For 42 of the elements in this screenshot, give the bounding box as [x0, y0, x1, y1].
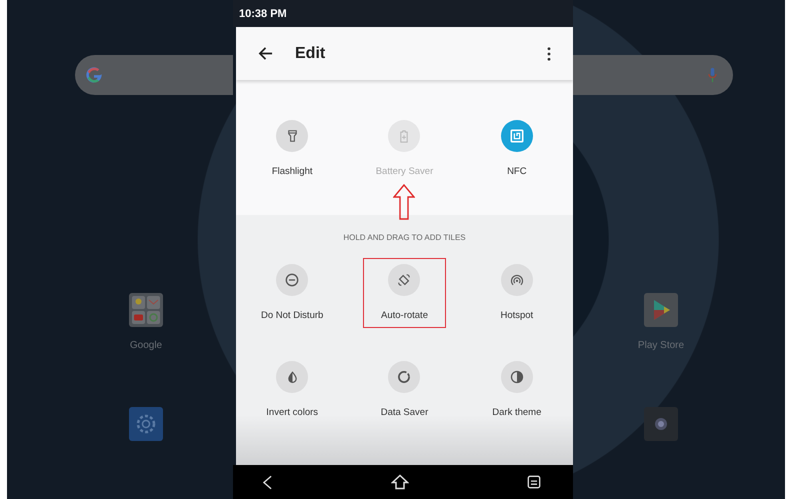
tile-button[interactable]: [500, 264, 533, 296]
tile-label: Flashlight: [272, 166, 312, 177]
tile-label: Dark theme: [492, 407, 542, 418]
drag-hint: HOLD AND DRAG TO ADD TILES: [343, 233, 466, 242]
search-bar[interactable]: [573, 55, 733, 95]
tile-label: Data Saver: [380, 407, 428, 418]
minus-circle-icon: [285, 273, 300, 287]
app-folder-icon[interactable]: [129, 293, 163, 327]
tile-button[interactable]: [388, 361, 420, 393]
tile-button[interactable]: [388, 264, 420, 296]
back-icon[interactable]: [263, 474, 272, 490]
play-store-icon[interactable]: [644, 293, 678, 327]
half-circle-icon: [510, 370, 524, 384]
tile-label: Invert colors: [266, 407, 318, 418]
tile-label: Battery Saver: [376, 166, 434, 177]
tile-button[interactable]: [500, 361, 533, 393]
battery-icon: [400, 130, 408, 142]
home-icon[interactable]: [390, 474, 408, 490]
hotspot-icon: [510, 273, 524, 287]
nfc-icon: [510, 129, 524, 143]
recents-icon[interactable]: [527, 475, 541, 489]
back-arrow-icon[interactable]: [258, 46, 273, 61]
rotate-icon: [397, 273, 412, 287]
google-g-icon: [85, 66, 103, 84]
tile-label: Auto-rotate: [380, 310, 428, 321]
tile-button[interactable]: [276, 264, 308, 296]
app-label: Google: [130, 340, 162, 351]
tile-label: Hotspot: [500, 310, 534, 321]
flashlight-icon: [288, 129, 297, 143]
camera-icon[interactable]: [644, 407, 678, 441]
tile-label: Do Not Disturb: [261, 310, 324, 321]
toolbar-title: Edit: [295, 44, 326, 62]
tile-button[interactable]: [276, 120, 308, 152]
tile-button[interactable]: [500, 120, 533, 152]
tile-button[interactable]: [276, 361, 308, 393]
app-label: Play Store: [638, 340, 684, 351]
data-saver-icon: [397, 370, 412, 384]
more-options-icon[interactable]: [547, 46, 551, 60]
tile-label: NFC: [507, 166, 527, 177]
invert-icon: [286, 370, 299, 384]
status-time: 10:38 PM: [239, 8, 287, 20]
search-bar[interactable]: [75, 55, 233, 95]
